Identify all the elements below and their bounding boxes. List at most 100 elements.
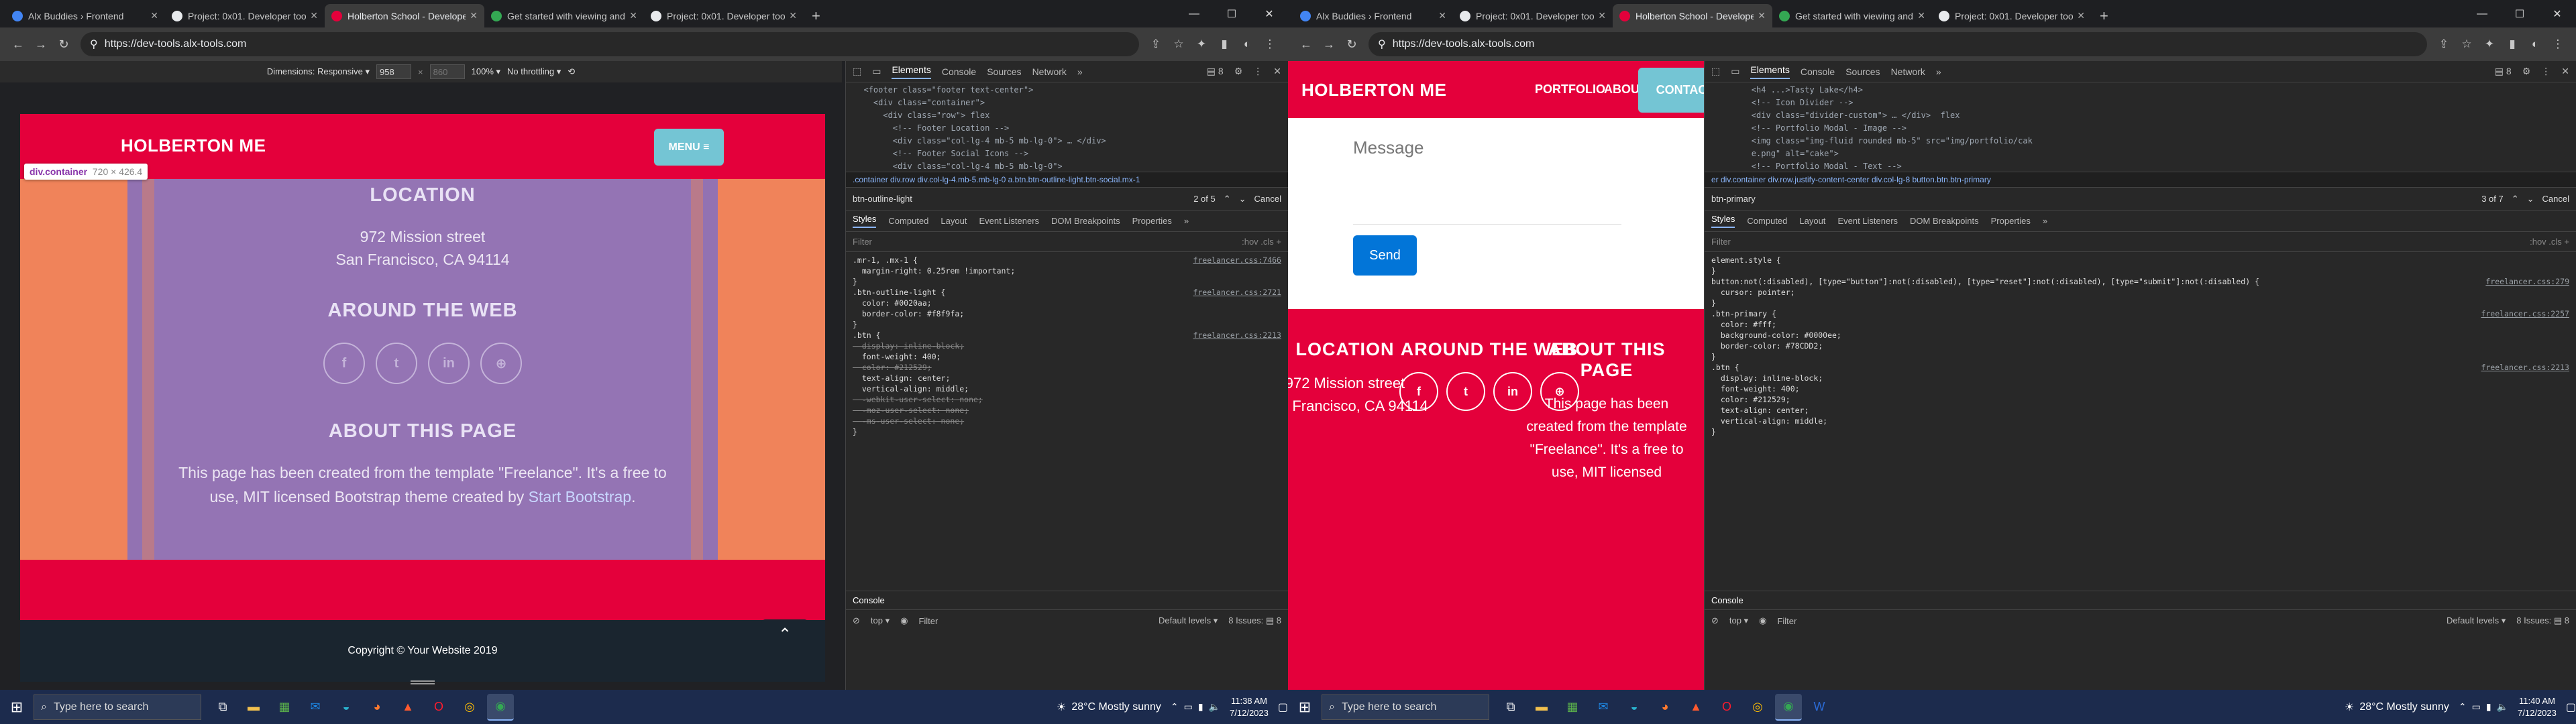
viewport-height-input[interactable] — [429, 64, 465, 79]
share-icon[interactable]: ⇪ — [1144, 38, 1167, 51]
search-next-icon[interactable]: ⌄ — [1239, 194, 1246, 204]
send-button[interactable]: Send — [1353, 235, 1417, 276]
devtools-tab[interactable]: Console — [1801, 66, 1835, 77]
tab-close-icon[interactable]: ✕ — [1758, 10, 1766, 21]
console-clear-icon[interactable]: ⊘ — [1711, 615, 1719, 626]
rule-property[interactable]: font-weight: 400; — [853, 351, 1281, 362]
devtools-tab[interactable]: Sources — [987, 66, 1021, 77]
reload-icon[interactable]: ↻ — [1340, 38, 1363, 52]
rule-property[interactable]: color: #212529; — [853, 362, 1281, 373]
resize-handle[interactable] — [411, 680, 435, 684]
start-button[interactable]: ⊞ — [1288, 690, 1322, 724]
brave-icon[interactable]: ▲ — [1682, 694, 1709, 721]
dom-node[interactable]: <!-- Portfolio Modal - Image --> — [1713, 122, 2568, 135]
devtools-tab[interactable]: Elements — [892, 64, 931, 79]
sidebar-icon[interactable]: ▮ — [2501, 38, 2524, 51]
browser-tab[interactable]: Project: 0x01. Developer tools | L✕ — [1453, 4, 1613, 27]
styles-subtab[interactable]: Layout — [1799, 216, 1825, 226]
start-bootstrap-link[interactable]: Start Bootstrap — [529, 488, 631, 505]
dom-node[interactable]: <img class="img-fluid rounded mb-5" src=… — [1713, 135, 2568, 147]
rule-property[interactable]: margin-right: 0.25rem !important; — [853, 265, 1281, 276]
scroll-to-top-button[interactable]: ⌃ — [761, 619, 808, 650]
console-context-select[interactable]: top ▾ — [1729, 615, 1748, 626]
console-issues[interactable]: 8 Issues: ▤ 8 — [2516, 615, 2569, 626]
rule-property[interactable]: text-align: center; — [853, 373, 1281, 383]
rule-property[interactable]: -webkit-user-select: none; — [853, 394, 1281, 405]
task-view-icon[interactable]: ⧉ — [1497, 694, 1524, 721]
menu-icon[interactable]: ⋮ — [1258, 38, 1281, 51]
console-eye-icon[interactable]: ◉ — [900, 615, 908, 626]
tab-close-icon[interactable]: ✕ — [310, 10, 318, 21]
more-icon[interactable]: ⋮ — [1253, 66, 1263, 77]
dom-node[interactable]: <h4 ...>Tasty Lake</h4> — [1713, 84, 2568, 97]
device-toggle-icon[interactable]: ▭ — [1731, 66, 1739, 77]
notifications-icon[interactable]: ▢ — [2566, 701, 2576, 714]
search-query[interactable]: btn-outline-light — [853, 194, 1185, 204]
devtools-tab[interactable]: » — [1077, 66, 1083, 77]
twitter-icon[interactable]: t — [1446, 372, 1485, 411]
weather-widget[interactable]: ☀ 28°C Mostly sunny — [2345, 701, 2449, 714]
styles-subtab[interactable]: DOM Breakpoints — [1051, 216, 1120, 226]
tab-close-icon[interactable]: ✕ — [789, 10, 797, 21]
task-view-icon[interactable]: ⧉ — [209, 694, 236, 721]
console-filter-input[interactable]: Filter — [1777, 616, 1796, 626]
edge-icon[interactable]: ◒ — [1621, 694, 1648, 721]
store-icon[interactable]: ▦ — [271, 694, 298, 721]
styles-tools[interactable]: :hov .cls + — [2530, 237, 2569, 247]
console-filter-input[interactable]: Filter — [918, 616, 938, 626]
url-input[interactable]: ⚲ https://dev-tools.alx-tools.com — [80, 32, 1139, 56]
dom-node[interactable]: <div class="col-lg-4 mb-5 mb-lg-0"> — [854, 160, 1280, 172]
search-cancel-button[interactable]: Cancel — [1254, 194, 1281, 204]
search-query[interactable]: btn-primary — [1711, 194, 2473, 204]
dom-node[interactable]: <!-- Footer Location --> — [854, 122, 1280, 135]
dom-node[interactable]: <div class="row"> flex — [854, 109, 1280, 122]
settings-icon[interactable]: ⚙ — [1234, 66, 1243, 77]
contact-button[interactable]: CONTACT — [1638, 68, 1704, 113]
sidebar-icon[interactable]: ▮ — [1213, 38, 1236, 51]
browser-tab[interactable]: Alx Buddies › Frontend ✕ — [1293, 4, 1453, 27]
device-toggle-icon[interactable]: ▭ — [872, 66, 881, 77]
console-tab[interactable]: Console — [1705, 591, 2576, 610]
rule-source-link[interactable]: freelancer.css:7466 — [1193, 255, 1281, 265]
rotate-icon[interactable]: ⟲ — [568, 66, 575, 77]
menu-button[interactable]: MENU ≡ — [654, 129, 724, 166]
rule-source-link[interactable]: freelancer.css:2721 — [1193, 287, 1281, 298]
tab-close-icon[interactable]: ✕ — [470, 10, 478, 21]
console-tab[interactable]: Console — [846, 591, 1288, 610]
styles-subtab[interactable]: Styles — [853, 214, 877, 228]
styles-filter-input[interactable]: Filter — [853, 237, 872, 247]
devtools-tab[interactable]: Elements — [1750, 64, 1790, 79]
browser-tab[interactable]: Holberton School - Developer to ✕ — [325, 4, 484, 27]
styles-subtab[interactable]: Event Listeners — [1837, 216, 1898, 226]
styles-subtab[interactable]: Computed — [888, 216, 928, 226]
extensions-icon[interactable]: ✦ — [1190, 38, 1213, 51]
forward-icon[interactable]: → — [30, 38, 52, 52]
devtools-tab[interactable]: Network — [1891, 66, 1925, 77]
dom-node[interactable]: <div class="col-lg-4 mb-5 mb-lg-0"> … </… — [854, 135, 1280, 147]
maximize-button[interactable]: ☐ — [2501, 0, 2538, 27]
rule-property[interactable]: background-color: #0000ee; — [1711, 330, 2569, 341]
reload-icon[interactable]: ↻ — [52, 38, 75, 52]
search-prev-icon[interactable]: ⌃ — [2512, 194, 2519, 204]
styles-subtab[interactable]: Styles — [1711, 214, 1735, 228]
console-clear-icon[interactable]: ⊘ — [853, 615, 860, 626]
tab-close-icon[interactable]: ✕ — [2077, 10, 2085, 21]
styles-subtab[interactable]: Properties — [1132, 216, 1172, 226]
menu-icon[interactable]: ⋮ — [2546, 38, 2569, 51]
console-issues[interactable]: 8 Issues: ▤ 8 — [1228, 615, 1281, 626]
browser-tab[interactable]: Get started with viewing and cha ✕ — [1772, 4, 1932, 27]
brave-icon[interactable]: ▲ — [394, 694, 421, 721]
rule-property[interactable]: display: inline-block; — [853, 341, 1281, 351]
dom-node[interactable]: <!-- Footer Social Icons --> — [854, 147, 1280, 160]
firefox-icon[interactable]: ◕ — [1652, 694, 1678, 721]
volume-icon[interactable]: 🔈 — [1209, 701, 1220, 713]
star-icon[interactable]: ☆ — [2455, 38, 2478, 51]
opera-icon[interactable]: O — [1713, 694, 1740, 721]
issues-badge[interactable]: ▤ 8 — [2495, 66, 2512, 77]
devtools-tab[interactable]: Sources — [1845, 66, 1880, 77]
console-levels-select[interactable]: Default levels ▾ — [1159, 615, 1218, 626]
rule-source-link[interactable]: freelancer.css:2213 — [2481, 362, 2569, 373]
file-explorer-icon[interactable]: ▬ — [240, 694, 267, 721]
battery-icon[interactable]: ▮ — [2486, 701, 2491, 713]
styles-subtab[interactable]: Layout — [941, 216, 967, 226]
